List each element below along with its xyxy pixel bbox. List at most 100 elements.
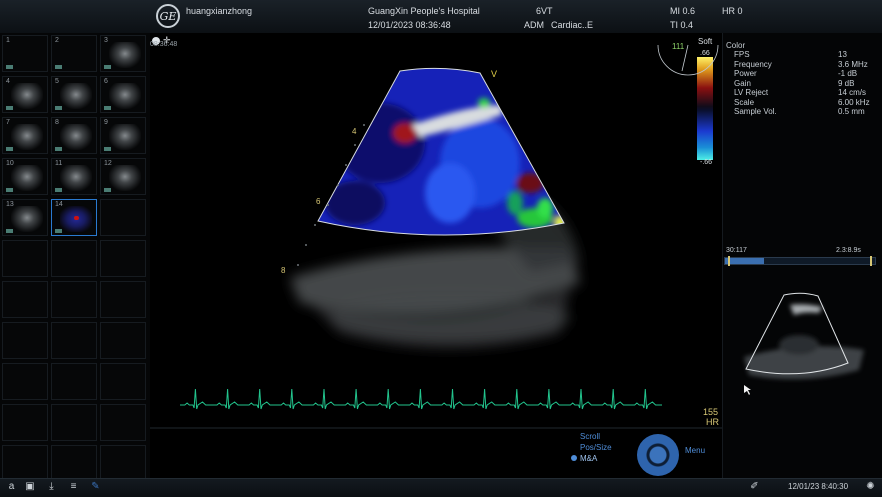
thumbnail-number: 13: [6, 201, 14, 208]
thumbnail-2[interactable]: 2: [51, 35, 97, 72]
thumbnail-number: 9: [104, 119, 108, 126]
param-value: 9 dB: [838, 78, 855, 88]
thumbnail-1[interactable]: 1: [2, 35, 48, 72]
thumbnail-tag: [55, 188, 62, 192]
param-value: 3.6 MHz: [838, 59, 868, 69]
param-label: Gain: [734, 78, 751, 88]
thumbnail-empty-slot: [2, 240, 48, 277]
thumbnail-tag: [6, 65, 13, 69]
thumbnail-6[interactable]: 6: [100, 76, 146, 113]
thumbnail-number: 7: [6, 119, 10, 126]
thumbnail-empty-slot: [51, 363, 97, 400]
ultrasound-image[interactable]: [150, 33, 722, 478]
exam-datetime: 12/01/2023 08:36:48: [368, 20, 451, 30]
thumbnail-image: [11, 83, 43, 109]
thumbnail-tag: [55, 65, 62, 69]
thumbnail-13[interactable]: 13: [2, 199, 48, 236]
trackball-control-icon[interactable]: [637, 434, 679, 476]
thumbnail-tag: [6, 106, 13, 110]
cine-progress-fill: [725, 258, 764, 264]
image-corner-time: 08:36:48: [150, 41, 178, 48]
orientation-marker: V: [491, 69, 498, 79]
hr-header-value: HR 0: [722, 6, 743, 16]
control-menu[interactable]: Menu: [685, 446, 705, 455]
thumbnail-empty-slot: [100, 199, 146, 236]
thumbnail-image: [11, 165, 43, 191]
thumbnail-image: [60, 124, 92, 150]
ti-value: TI 0.4: [670, 20, 694, 30]
system-datetime: 12/01/23 8:40:30: [788, 482, 849, 491]
param-label: Sample Vol.: [734, 107, 777, 116]
thumbnail-empty-slot: [51, 322, 97, 359]
thumbnail-empty-slot: [2, 445, 48, 482]
thumbnail-8[interactable]: 8: [51, 117, 97, 154]
download-icon[interactable]: ⤓: [45, 480, 58, 493]
thumbnail-empty-slot: [2, 322, 48, 359]
cine-right-handle[interactable]: [870, 256, 872, 266]
thumbnail-image: [60, 165, 92, 191]
thumbnail-empty-slot: [100, 445, 146, 482]
control-scroll[interactable]: Scroll: [580, 432, 600, 441]
param-label: Frequency: [734, 59, 772, 69]
monitor-icon[interactable]: ▣: [22, 480, 38, 493]
thumbnail-4[interactable]: 4: [2, 76, 48, 113]
list-icon[interactable]: ≡: [67, 480, 80, 493]
depth-marker-6: 6: [316, 197, 321, 206]
color-scale-top-value: .66: [700, 50, 710, 57]
ge-logo-icon: GE: [156, 4, 180, 28]
mi-value: MI 0.6: [670, 6, 696, 16]
cine-right-label: 2.3:8.9s: [836, 247, 861, 254]
thumbnail-7[interactable]: 7: [2, 117, 48, 154]
thumbnail-number: 12: [104, 160, 112, 167]
thumbnail-image: [109, 42, 141, 68]
param-mode-title: Color: [726, 41, 746, 50]
heart-rate-unit: HR: [706, 417, 719, 427]
param-value: 0.5 mm: [838, 107, 865, 116]
settings-gear-icon[interactable]: ✺: [864, 480, 877, 493]
thumbnail-9[interactable]: 9: [100, 117, 146, 154]
param-label: LV Reject: [734, 88, 769, 97]
thumbnail-number: 3: [104, 37, 108, 44]
heart-rate-value: 155: [703, 407, 719, 417]
thumbnail-number: 1: [6, 37, 10, 44]
cine-left-label: 30:117: [726, 247, 747, 254]
thumbnail-12[interactable]: 12: [100, 158, 146, 195]
thumbnail-number: 2: [55, 37, 59, 44]
thumbnail-empty-slot: [100, 404, 146, 441]
thumbnail-tag: [55, 147, 62, 151]
control-ma[interactable]: M&A: [580, 454, 597, 463]
thumbnail-empty-slot: [51, 404, 97, 441]
thumbnail-empty-slot: [51, 445, 97, 482]
control-pos-size[interactable]: Pos/Size: [580, 443, 612, 452]
edit-icon[interactable]: ✐: [748, 480, 761, 493]
thumbnail-tag: [55, 229, 62, 233]
thumbnail-tag: [104, 188, 111, 192]
cine-left-handle[interactable]: [728, 256, 730, 266]
thumbnail-empty-slot: [51, 240, 97, 277]
thumbnail-tag: [6, 188, 13, 192]
param-label: FPS: [734, 50, 750, 59]
thumbnail-tag: [6, 229, 13, 233]
thumbnail-14[interactable]: 14: [51, 199, 97, 236]
thumbnail-color-dot: [74, 216, 79, 220]
thumbnail-number: 8: [55, 119, 59, 126]
thumbnail-11[interactable]: 11: [51, 158, 97, 195]
thumbnail-image: [11, 206, 43, 232]
thumbnail-image: [109, 83, 141, 109]
ma-selected-radio-icon[interactable]: [571, 455, 577, 461]
param-label: Scale: [734, 97, 755, 107]
thumbnail-5[interactable]: 5: [51, 76, 97, 113]
thumbnail-tag: [55, 106, 62, 110]
pen-icon[interactable]: ✎: [89, 480, 102, 493]
thumbnail-image: [11, 124, 43, 150]
thumbnail-number: 5: [55, 78, 59, 85]
hospital-name: GuangXin People's Hospital: [368, 6, 480, 16]
thumbnail-number: 11: [55, 160, 63, 167]
soft-label: Soft: [698, 37, 713, 46]
thumbnail-10[interactable]: 10: [2, 158, 48, 195]
keyboard-a-icon[interactable]: a: [5, 480, 18, 493]
preset-name: Cardiac..E: [551, 20, 594, 30]
param-label: Power: [734, 69, 757, 78]
thumbnail-3[interactable]: 3: [100, 35, 146, 72]
thumbnail-tag: [104, 106, 111, 110]
